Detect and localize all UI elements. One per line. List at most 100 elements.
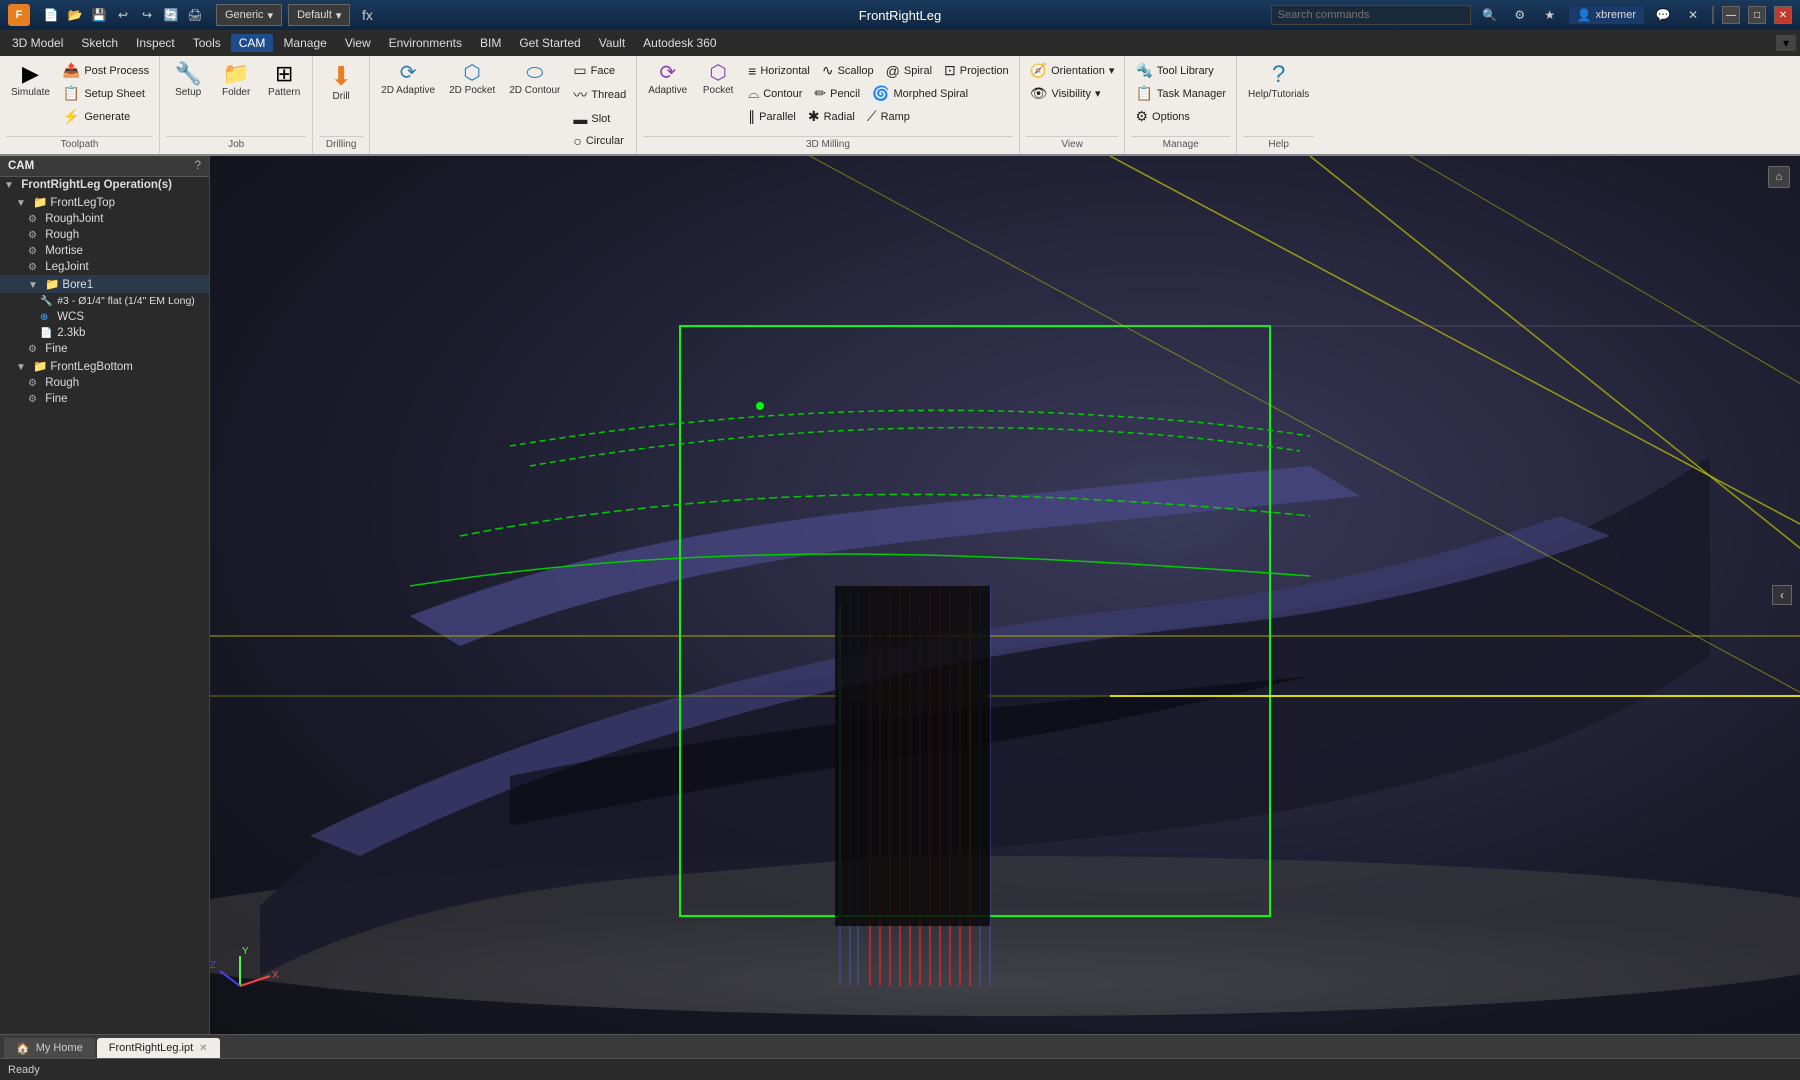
pencil-icon: ✏ <box>814 85 826 102</box>
menu-environments[interactable]: Environments <box>381 34 470 52</box>
orientation-button[interactable]: 🧭 Orientation ▾ <box>1026 60 1119 81</box>
post-process-label: Post Process <box>84 65 149 77</box>
menu-bim[interactable]: BIM <box>472 34 509 52</box>
radial-button[interactable]: ✱ Radial <box>804 106 859 127</box>
pocket2d-button[interactable]: ⬡ 2D Pocket <box>444 60 500 99</box>
menu-getstarted[interactable]: Get Started <box>511 34 588 52</box>
tree-wcs[interactable]: ⊕ WCS <box>0 309 209 325</box>
thread-icon: 〰 <box>573 85 587 105</box>
menu-view[interactable]: View <box>337 34 379 52</box>
drill-button[interactable]: ⬇ Drill <box>319 60 363 105</box>
undo-button[interactable]: ↩ <box>112 4 134 26</box>
simulate-button[interactable]: ▶ Simulate <box>6 60 55 101</box>
settings-icon[interactable]: ⚙ <box>1509 4 1531 26</box>
tree-bore1[interactable]: ▼ 📁 Bore1 <box>0 275 209 293</box>
ribbon-expand-btn[interactable]: ▾ <box>1776 35 1796 51</box>
print-button[interactable]: 🖨 <box>184 4 206 26</box>
menu-tools[interactable]: Tools <box>185 34 229 52</box>
scallop-button[interactable]: ∿ Scallop <box>818 60 878 81</box>
setup-sheet-button[interactable]: 📋 Setup Sheet <box>59 83 153 104</box>
profile-dropdown[interactable]: Default ▾ <box>288 4 350 26</box>
help-button[interactable]: ? Help/Tutorials <box>1243 60 1314 103</box>
sidebar-help-icon[interactable]: ? <box>195 160 201 172</box>
post-process-button[interactable]: 📤 Post Process <box>59 60 153 81</box>
tree-frontlegtop[interactable]: ▼ 📁 FrontLegTop <box>0 193 209 211</box>
panel-toggle-btn[interactable]: ‹ <box>1772 585 1792 605</box>
maximize-button[interactable]: □ <box>1748 6 1766 24</box>
projection-button[interactable]: ⊡ Projection <box>940 60 1013 81</box>
thread-button[interactable]: 〰 Thread <box>569 83 630 107</box>
close-online-btn[interactable]: ✕ <box>1682 4 1704 26</box>
adaptive2d-button[interactable]: ⟳ 2D Adaptive <box>376 60 440 99</box>
pencil-button[interactable]: ✏ Pencil <box>810 83 864 104</box>
tool-library-button[interactable]: 🔩 Tool Library <box>1131 60 1230 81</box>
3d-canvas[interactable]: X Y Z ⌂ ‹ <box>210 156 1800 1034</box>
workspace-dropdown[interactable]: Generic ▾ <box>216 4 282 26</box>
pattern-button[interactable]: ⊞ Pattern <box>262 60 306 101</box>
horizontal-button[interactable]: ≡ Horizontal <box>744 61 814 81</box>
tab-home[interactable]: 🏠 My Home <box>4 1038 95 1058</box>
tree-roughjoint[interactable]: ⚙ RoughJoint <box>0 211 209 227</box>
menu-inspect[interactable]: Inspect <box>128 34 183 52</box>
toolpath-section-label: Toolpath <box>6 136 153 150</box>
tree-frontlegbottom-expand-icon: ▼ <box>16 362 30 373</box>
tab-frontrightleg[interactable]: FrontRightLeg.ipt ✕ <box>97 1038 220 1058</box>
formula-btn[interactable]: fx <box>356 4 378 26</box>
menu-3dmodel[interactable]: 3D Model <box>4 34 71 52</box>
tree-rough1[interactable]: ⚙ Rough <box>0 227 209 243</box>
redo-button[interactable]: ↪ <box>136 4 158 26</box>
parallel-button[interactable]: ∥ Parallel <box>744 106 800 127</box>
tree-rough2[interactable]: ⚙ Rough <box>0 375 209 391</box>
circular-button[interactable]: ○ Circular <box>569 131 630 151</box>
slot-label: Slot <box>591 113 610 125</box>
menu-manage[interactable]: Manage <box>275 34 334 52</box>
menu-vault[interactable]: Vault <box>591 34 633 52</box>
generate-button[interactable]: ⚡ Generate <box>59 106 153 127</box>
folder-button[interactable]: 📁 Folder <box>214 60 258 101</box>
face-button[interactable]: ▭ Face <box>569 60 630 81</box>
bookmark-icon[interactable]: ★ <box>1539 4 1561 26</box>
ramp-button[interactable]: ⟋ Ramp <box>863 106 914 127</box>
tab-close-btn[interactable]: ✕ <box>199 1043 207 1054</box>
new-button[interactable]: 📄 <box>40 4 62 26</box>
tree-size-label: 2.3kb <box>57 327 85 339</box>
spiral-button[interactable]: @ Spiral <box>882 61 936 81</box>
menu-autodesk360[interactable]: Autodesk 360 <box>635 34 724 52</box>
pocket3d-button[interactable]: ⬡ Pocket <box>696 60 740 99</box>
menu-sketch[interactable]: Sketch <box>73 34 126 52</box>
chat-icon[interactable]: 💬 <box>1652 4 1674 26</box>
slot-button[interactable]: ▬ Slot <box>569 109 630 129</box>
slot-icon: ▬ <box>573 111 587 127</box>
options-button[interactable]: ⚙ Options <box>1131 106 1230 127</box>
tree-mortise-label: Mortise <box>45 245 83 257</box>
view-home-btn[interactable]: ⌂ <box>1768 166 1790 188</box>
close-button[interactable]: ✕ <box>1774 6 1792 24</box>
search-input[interactable] <box>1271 5 1471 25</box>
tree-root-expand-icon: ▼ <box>4 180 18 191</box>
search-icon[interactable]: 🔍 <box>1479 4 1501 26</box>
tree-bore1-tool[interactable]: 🔧 #3 - Ø1/4" flat (1/4" EM Long) <box>0 293 209 309</box>
visibility-button[interactable]: 👁 Visibility ▾ <box>1026 83 1119 104</box>
tree-legjoint[interactable]: ⚙ LegJoint <box>0 259 209 275</box>
morphed-spiral-button[interactable]: 🌀 Morphed Spiral <box>868 83 972 104</box>
contour3d-button[interactable]: ⌓ Contour <box>744 83 806 104</box>
setup-sheet-label: Setup Sheet <box>84 88 145 100</box>
adaptive3d-button[interactable]: ⟳ Adaptive <box>643 60 692 99</box>
viewport[interactable]: X Y Z ⌂ ‹ <box>210 156 1800 1034</box>
contour2d-button[interactable]: ⬭ 2D Contour <box>504 60 565 99</box>
tree-wcs-label: WCS <box>57 311 84 323</box>
open-button[interactable]: 📂 <box>64 4 86 26</box>
tree-fine2[interactable]: ⚙ Fine <box>0 391 209 407</box>
setup-button[interactable]: 🔧 Setup <box>166 60 210 101</box>
ribbon-section-view: 🧭 Orientation ▾ 👁 Visibility ▾ View <box>1020 56 1126 154</box>
save-button[interactable]: 💾 <box>88 4 110 26</box>
tree-mortise[interactable]: ⚙ Mortise <box>0 243 209 259</box>
task-manager-button[interactable]: 📋 Task Manager <box>1131 83 1230 104</box>
tree-fine1[interactable]: ⚙ Fine <box>0 341 209 357</box>
tree-frontlegbottom[interactable]: ▼ 📁 FrontLegBottom <box>0 357 209 375</box>
sync-button[interactable]: 🔄 <box>160 4 182 26</box>
menu-cam[interactable]: CAM <box>231 34 274 52</box>
tree-root[interactable]: ▼ FrontRightLeg Operation(s) <box>0 177 209 193</box>
user-profile[interactable]: 👤 xbremer <box>1569 6 1644 24</box>
minimize-button[interactable]: — <box>1722 6 1740 24</box>
